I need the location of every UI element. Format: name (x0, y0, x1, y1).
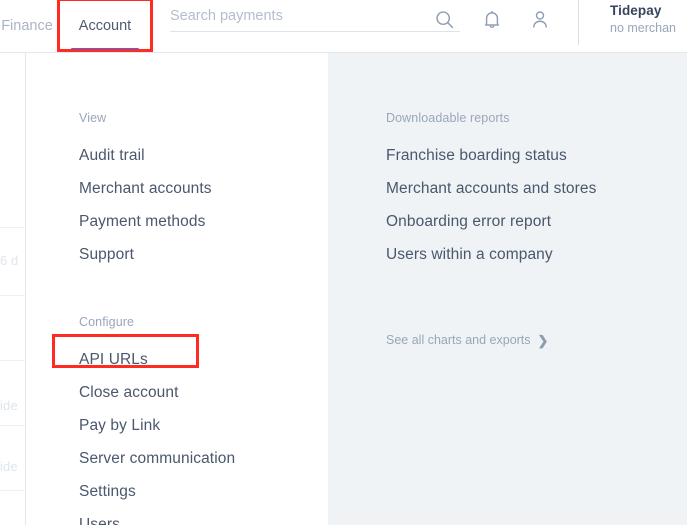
header-icon-group (432, 6, 552, 32)
active-tab-underline (71, 48, 139, 52)
menu-item-api-urls[interactable]: API URLs (79, 343, 328, 376)
menu-item-support[interactable]: Support (79, 238, 328, 271)
header-divider (578, 0, 579, 45)
menu-item-franchise-boarding-status[interactable]: Franchise boarding status (386, 139, 687, 172)
menu-item-audit-trail[interactable]: Audit trail (79, 139, 328, 172)
menu-item-merchant-accounts[interactable]: Merchant accounts (79, 172, 328, 205)
user-profile-icon[interactable] (528, 6, 552, 32)
menu-item-users-within-a-company[interactable]: Users within a company (386, 238, 687, 271)
search-input[interactable]: Search payments (170, 8, 460, 31)
search-underline (170, 31, 460, 32)
menu-item-server-communication[interactable]: Server communication (79, 442, 328, 475)
background-text-fragment: ide (0, 459, 18, 474)
menu-group-title-downloadable-reports: Downloadable reports (386, 111, 510, 125)
merchant-info[interactable]: Tidepay no merchan (610, 3, 687, 35)
menu-group-title-view: View (79, 111, 107, 125)
top-header-bar: Finance Account Search payments Tidepay … (0, 0, 687, 53)
nav-tab-account-label: Account (78, 18, 132, 34)
menu-left-column: View Audit trail Merchant accounts Payme… (26, 53, 328, 525)
search-payments-field[interactable]: Search payments (170, 8, 460, 32)
see-all-label: See all charts and exports (386, 333, 531, 347)
nav-tab-account[interactable]: Account (59, 0, 151, 52)
menu-item-pay-by-link[interactable]: Pay by Link (79, 409, 328, 442)
menu-right-column: Downloadable reports Franchise boarding … (328, 53, 687, 525)
menu-item-onboarding-error-report[interactable]: Onboarding error report (386, 205, 687, 238)
chevron-right-icon: ❯ (537, 332, 549, 348)
menu-item-payment-methods[interactable]: Payment methods (79, 205, 328, 238)
nav-tab-finance-label: Finance (1, 18, 53, 34)
menu-item-merchant-accounts-and-stores[interactable]: Merchant accounts and stores (386, 172, 687, 205)
background-text-fragment: 6 d (0, 253, 19, 268)
menu-item-users[interactable]: Users (79, 508, 328, 525)
menu-group-title-configure: Configure (79, 315, 135, 329)
menu-group-view: View Audit trail Merchant accounts Payme… (79, 111, 328, 271)
nav-tab-finance[interactable]: Finance (0, 0, 62, 52)
see-all-charts-and-exports-link[interactable]: See all charts and exports ❯ (386, 333, 548, 347)
menu-item-settings[interactable]: Settings (79, 475, 328, 508)
app-root: 6 d ide ide View Audit trail Merchant ac… (0, 0, 687, 525)
menu-item-close-account[interactable]: Close account (79, 376, 328, 409)
merchant-name: Tidepay (610, 3, 662, 18)
menu-group-configure: Configure API URLs Close account Pay by … (79, 315, 328, 525)
merchant-subtitle: no merchan (610, 21, 677, 35)
search-icon[interactable] (432, 6, 456, 32)
notifications-bell-icon[interactable] (480, 6, 504, 32)
background-text-fragment: ide (0, 398, 18, 413)
account-dropdown-menu: View Audit trail Merchant accounts Payme… (25, 53, 687, 525)
